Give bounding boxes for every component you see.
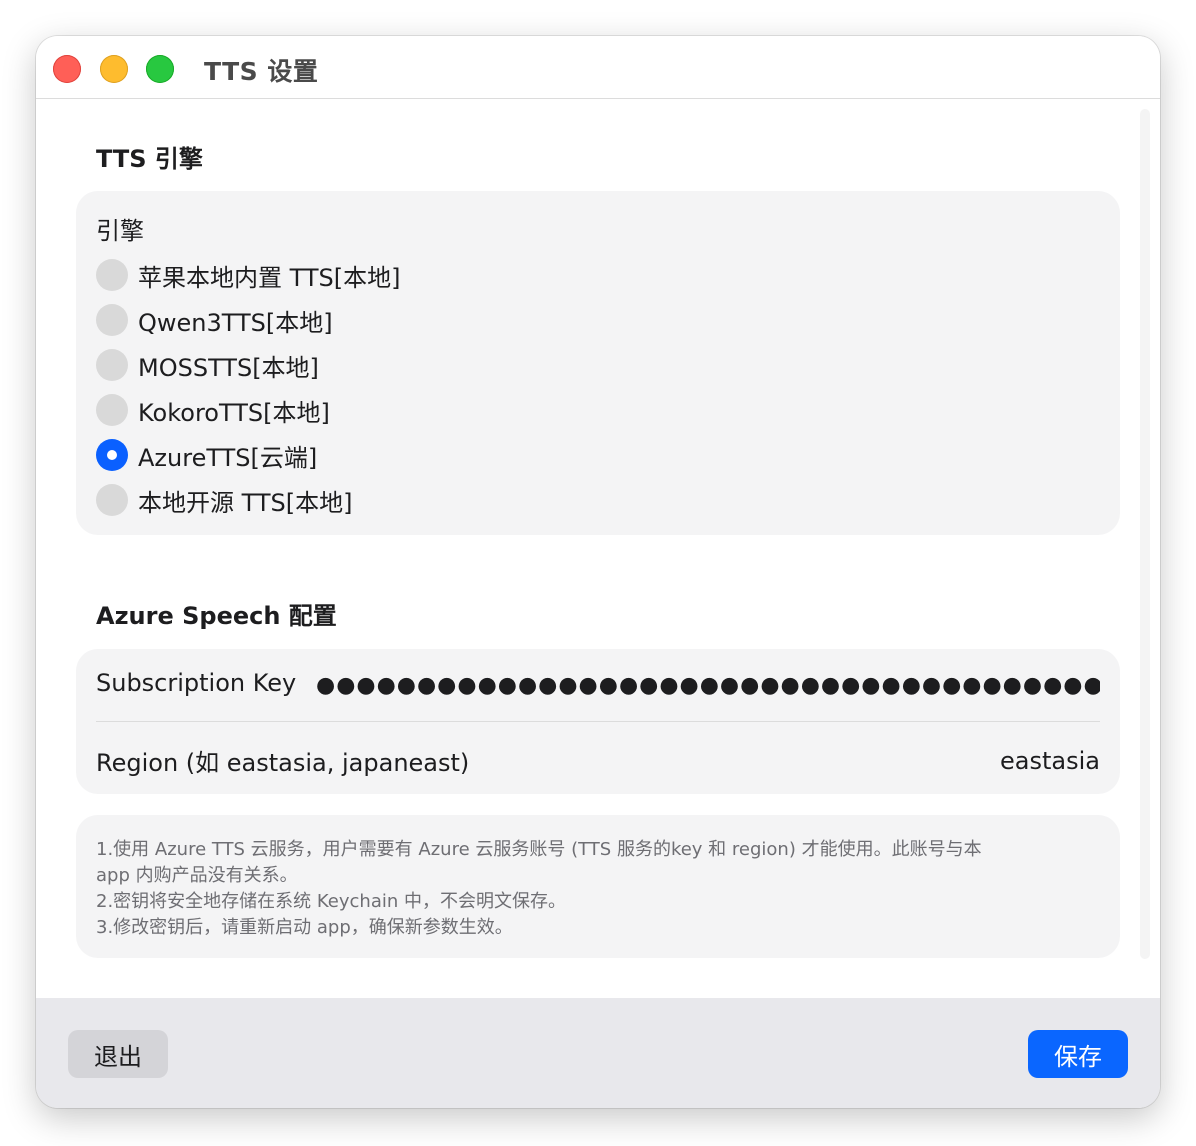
engine-option-moss[interactable]: MOSSTTS[本地] [96,347,319,383]
azure-section-title: Azure Speech 配置 [96,602,337,630]
note-line: app 内购产品没有关系。 [96,865,298,886]
note-line: 2.密钥将安全地存储在系统 Keychain 中，不会明文保存。 [96,891,566,912]
engine-option-qwen3[interactable]: Qwen3TTS[本地] [96,302,333,338]
engine-option-azure[interactable]: AzureTTS[云端] [96,437,317,473]
engine-option-apple[interactable]: 苹果本地内置 TTS[本地] [96,257,401,293]
save-button[interactable]: 保存 [1028,1030,1128,1078]
close-window-button[interactable] [53,55,81,83]
radio-button-selected[interactable] [96,439,128,471]
form-divider [96,721,1100,722]
radio-button[interactable] [96,394,128,426]
engine-option-label: MOSSTTS[本地] [138,353,319,382]
note-line: 1.使用 Azure TTS 云服务，用户需要有 Azure 云服务账号 (TT… [96,839,982,860]
region-label: Region (如 eastasia, japaneast) [96,749,470,777]
window-title: TTS 设置 [204,57,319,86]
subscription-key-input[interactable] [316,669,1100,701]
engine-option-label: 苹果本地内置 TTS[本地] [138,263,401,292]
title-bar: TTS 设置 [36,36,1160,99]
azure-config-card: Subscription Key Region (如 eastasia, jap… [76,649,1120,794]
quit-button[interactable]: 退出 [68,1030,168,1078]
radio-button[interactable] [96,259,128,291]
engine-option-label: KokoroTTS[本地] [138,398,330,427]
radio-button[interactable] [96,484,128,516]
settings-window: TTS 设置 TTS 引擎 引擎 苹果本地内置 TTS[本地] Qwen3TTS… [36,36,1160,1108]
engine-option-kokoro[interactable]: KokoroTTS[本地] [96,392,330,428]
settings-content: TTS 引擎 引擎 苹果本地内置 TTS[本地] Qwen3TTS[本地] MO… [36,99,1160,997]
engine-card: 引擎 苹果本地内置 TTS[本地] Qwen3TTS[本地] MOSSTTS[本… [76,191,1120,535]
radio-button[interactable] [96,304,128,336]
radio-button[interactable] [96,349,128,381]
notes-card: 1.使用 Azure TTS 云服务，用户需要有 Azure 云服务账号 (TT… [76,815,1120,958]
region-input[interactable] [700,745,1100,777]
engine-option-label: 本地开源 TTS[本地] [138,488,353,517]
minimize-window-button[interactable] [100,55,128,83]
engine-section-title: TTS 引擎 [96,145,203,173]
engine-option-local-open-source[interactable]: 本地开源 TTS[本地] [96,482,353,518]
engine-option-label: AzureTTS[云端] [138,443,318,472]
scrollbar-track[interactable] [1140,109,1150,959]
subscription-key-label: Subscription Key [96,669,297,697]
engine-option-label: Qwen3TTS[本地] [138,308,333,337]
note-line: 3.修改密钥后，请重新启动 app，确保新参数生效。 [96,917,513,938]
footer-bar: 退出 保存 [36,998,1160,1108]
engine-heading: 引擎 [96,217,144,245]
zoom-window-button[interactable] [146,55,174,83]
